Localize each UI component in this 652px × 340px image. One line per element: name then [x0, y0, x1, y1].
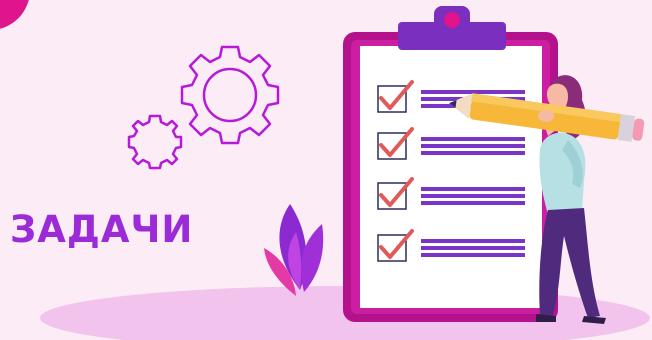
illustration-art: [0, 0, 650, 340]
illustration: ЗАДАЧИ: [0, 0, 652, 340]
gear-icon-small: [127, 114, 183, 170]
gear-icon-large: [180, 45, 280, 145]
leaf-plant-icon: [264, 204, 324, 296]
corner-blob: [0, 0, 29, 29]
page-title: ЗАДАЧИ: [10, 208, 194, 251]
clipboard-icon: [343, 6, 558, 322]
hand: [538, 110, 554, 122]
